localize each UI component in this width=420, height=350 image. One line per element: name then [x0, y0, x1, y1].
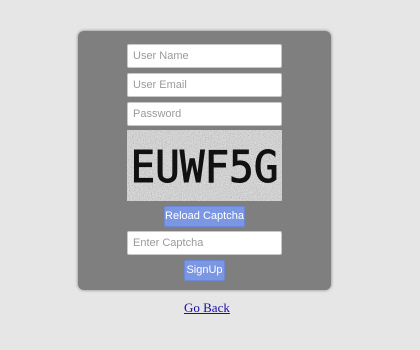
go-back-link[interactable]: Go Back: [184, 300, 230, 316]
password-input[interactable]: [127, 102, 282, 126]
signup-form-panel: EUWF5G Reload Captcha SignUp: [78, 31, 331, 290]
username-input[interactable]: [127, 44, 282, 68]
captcha-input[interactable]: [127, 231, 282, 255]
signup-page: EUWF5G Reload Captcha SignUp Go Back: [0, 0, 420, 350]
signup-button[interactable]: SignUp: [184, 260, 225, 281]
captcha-image: EUWF5G: [127, 130, 282, 201]
reload-captcha-button[interactable]: Reload Captcha: [164, 206, 245, 227]
captcha-text: EUWF5G: [131, 142, 279, 193]
email-input[interactable]: [127, 73, 282, 97]
